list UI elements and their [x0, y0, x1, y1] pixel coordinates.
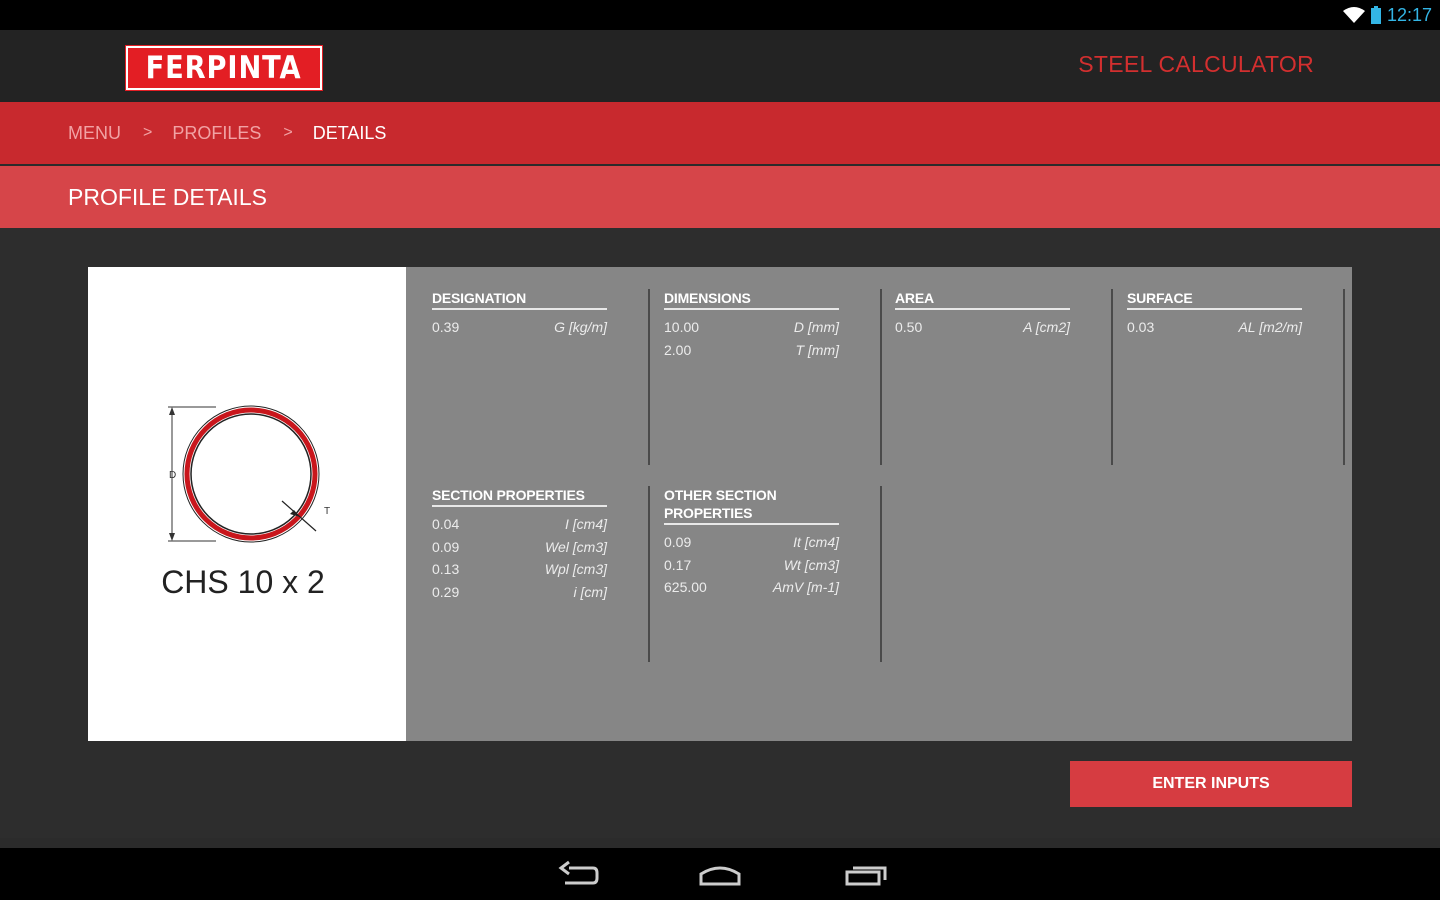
- row-value: 0.29: [432, 583, 460, 600]
- logo-text: FERPINTA: [146, 50, 302, 86]
- row-unit: AL [m2/m]: [1238, 319, 1302, 335]
- row-value: 0.03: [1127, 319, 1155, 335]
- row-value: 0.39: [432, 319, 460, 335]
- main-content: D T CHS 10 x 2 DESIGNATION 0.39 G [kg/m]…: [0, 228, 1440, 838]
- group-title: DESIGNATION: [432, 289, 607, 310]
- group-title-line: PROPERTIES: [664, 505, 753, 521]
- section-header: PROFILE DETAILS: [0, 166, 1440, 228]
- battery-icon: [1370, 6, 1381, 24]
- row-value: 625.00: [664, 579, 707, 595]
- row-value: 0.17: [664, 556, 692, 573]
- row-unit: T [mm]: [795, 341, 839, 358]
- row-unit: AmV [m-1]: [772, 579, 839, 595]
- app-title: STEEL CALCULATOR: [1078, 51, 1314, 77]
- row-value: 0.09: [664, 534, 692, 550]
- status-icons: 12:17: [1342, 4, 1432, 26]
- group-title: DIMENSIONS: [664, 289, 839, 310]
- row-unit: Wpl [cm3]: [544, 561, 607, 577]
- back-icon: [558, 860, 599, 885]
- thickness-label: T: [324, 506, 330, 517]
- row-unit: Wel [cm3]: [545, 538, 607, 555]
- data-row: 10.00 D [mm]: [664, 316, 839, 339]
- breadcrumb: MENU > PROFILES > DETAILS: [0, 102, 1440, 164]
- profile-name: CHS 10 x 2: [161, 564, 325, 600]
- breadcrumb-separator: >: [143, 124, 153, 141]
- recents-icon: [845, 866, 887, 886]
- data-row: 625.00 AmV [m-1]: [664, 576, 839, 599]
- data-row: 0.09 It [cm4]: [664, 531, 839, 554]
- group-title-line: OTHER SECTION: [664, 487, 777, 503]
- surface-group: SURFACE 0.03 AL [m2/m]: [1127, 289, 1345, 465]
- data-row: 0.04 I [cm4]: [432, 513, 607, 536]
- wifi-icon: [1342, 7, 1365, 23]
- profile-image-panel: D T CHS 10 x 2: [88, 267, 406, 741]
- page-title: PROFILE DETAILS: [68, 183, 267, 210]
- ferpinta-logo: FERPINTA: [125, 45, 323, 91]
- row-value: 10.00: [664, 319, 700, 335]
- section-properties-group: SECTION PROPERTIES 0.04 I [cm4] 0.09 Wel…: [432, 486, 650, 662]
- data-row: 0.17 Wt [cm3]: [664, 554, 839, 577]
- recents-button[interactable]: [841, 860, 891, 890]
- area-group: AREA 0.50 A [cm2]: [895, 289, 1113, 465]
- chs-profile-drawing: D T: [168, 405, 330, 543]
- breadcrumb-menu[interactable]: MENU: [68, 123, 121, 144]
- other-section-properties-group: OTHER SECTION PROPERTIES 0.09 It [cm4] 0…: [664, 486, 882, 662]
- diameter-label: D: [169, 470, 176, 481]
- row-unit: i [cm]: [573, 583, 607, 600]
- group-title: AREA: [895, 289, 1070, 310]
- group-title: SECTION PROPERTIES: [432, 486, 607, 507]
- data-row: 0.39 G [kg/m]: [432, 316, 607, 339]
- back-button[interactable]: [552, 860, 602, 890]
- data-row: 0.09 Wel [cm3]: [432, 536, 607, 559]
- row-value: 0.13: [432, 561, 460, 577]
- data-row: 0.03 AL [m2/m]: [1127, 316, 1302, 339]
- data-row: 0.13 Wpl [cm3]: [432, 558, 607, 581]
- breadcrumb-profiles[interactable]: PROFILES: [172, 123, 261, 144]
- data-row: 0.29 i [cm]: [432, 581, 607, 604]
- data-row: 0.50 A [cm2]: [895, 316, 1070, 339]
- system-nav-bar: [0, 848, 1440, 900]
- group-title: OTHER SECTION PROPERTIES: [664, 486, 839, 525]
- row-value: 2.00: [664, 341, 692, 358]
- data-row: 2.00 T [mm]: [664, 339, 839, 362]
- clock: 12:17: [1386, 4, 1432, 25]
- row-value: 0.50: [895, 319, 923, 335]
- row-unit: I [cm4]: [564, 516, 607, 532]
- group-title: SURFACE: [1127, 289, 1302, 310]
- home-button[interactable]: [695, 860, 745, 890]
- status-bar: 12:17: [0, 0, 1440, 30]
- profile-data-panel: DESIGNATION 0.39 G [kg/m] DIMENSIONS 10.…: [406, 267, 1352, 741]
- breadcrumb-details: DETAILS: [312, 122, 387, 143]
- row-value: 0.09: [432, 538, 460, 555]
- dimensions-group: DIMENSIONS 10.00 D [mm] 2.00 T [mm]: [664, 289, 882, 465]
- enter-inputs-button[interactable]: ENTER INPUTS: [1070, 761, 1352, 807]
- breadcrumb-separator: >: [283, 124, 293, 141]
- home-icon: [699, 866, 741, 886]
- row-value: 0.04: [432, 516, 460, 532]
- row-unit: D [mm]: [793, 319, 839, 335]
- row-unit: It [cm4]: [793, 534, 839, 550]
- row-unit: G [kg/m]: [554, 319, 607, 335]
- designation-group: DESIGNATION 0.39 G [kg/m]: [432, 289, 650, 465]
- app-header: FERPINTA STEEL CALCULATOR: [0, 30, 1440, 102]
- row-unit: Wt [cm3]: [783, 556, 839, 573]
- row-unit: A [cm2]: [1023, 319, 1070, 335]
